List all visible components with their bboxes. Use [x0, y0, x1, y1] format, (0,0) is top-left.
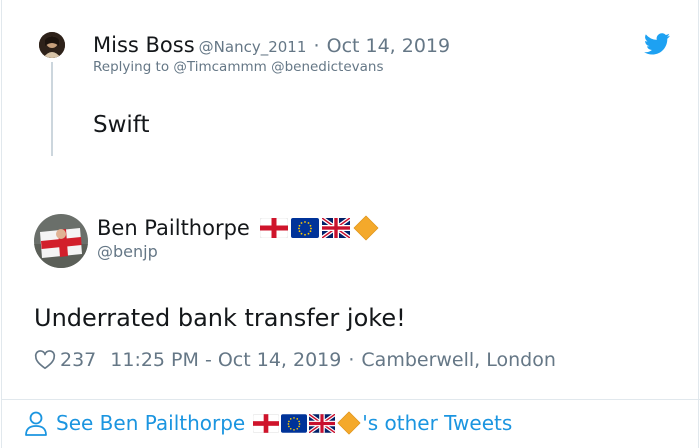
person-icon: [25, 411, 47, 436]
orange-diamond-icon: [353, 215, 379, 241]
thread-connector-line: [51, 62, 53, 156]
header-separator: ·: [313, 35, 320, 57]
embedded-tweet-card: Miss Boss @Nancy_2011 · Oct 14, 2019 Repl…: [1, 0, 700, 448]
uk-flag-icon: [321, 218, 350, 238]
see-other-tweets-link[interactable]: See Ben Pailthorpe 's other Tweets: [24, 408, 512, 438]
main-author-name-row: Ben Pailthorpe: [97, 212, 379, 244]
replied-tweet-text: Swift: [93, 112, 150, 138]
replying-to-line[interactable]: Replying to @Timcammm @benedictevans: [93, 59, 384, 75]
main-author-handle[interactable]: @benjp: [97, 242, 158, 261]
meta-separator: ·: [348, 349, 355, 371]
like-count[interactable]: 237: [60, 349, 96, 371]
main-author-name[interactable]: Ben Pailthorpe: [97, 216, 250, 240]
eu-flag-icon: [281, 413, 308, 433]
uk-flag-icon: [309, 413, 336, 433]
tweet-meta-row: 237 11:25 PM - Oct 14, 2019 · Camberwell…: [34, 346, 556, 374]
footer-divider: [2, 399, 700, 400]
england-flag-icon: [259, 218, 288, 238]
heart-icon[interactable]: [34, 349, 56, 371]
tweet-timestamp[interactable]: 11:25 PM - Oct 14, 2019: [110, 349, 341, 371]
replied-author-name[interactable]: Miss Boss: [93, 33, 195, 57]
replied-tweet-date[interactable]: Oct 14, 2019: [327, 35, 451, 57]
eu-flag-icon: [290, 218, 319, 238]
twitter-bird-icon[interactable]: [644, 33, 670, 55]
miss-boss-avatar[interactable]: [39, 32, 65, 58]
main-tweet-text: Underrated bank transfer joke!: [34, 304, 406, 332]
footer-link-prefix[interactable]: See Ben Pailthorpe: [56, 411, 245, 435]
replied-author-handle[interactable]: @Nancy_2011: [199, 38, 307, 56]
england-flag-icon: [253, 413, 280, 433]
replied-tweet-header: Miss Boss @Nancy_2011 · Oct 14, 2019: [93, 30, 450, 62]
ben-pailthorpe-avatar[interactable]: [34, 214, 88, 268]
orange-diamond-icon: [337, 411, 361, 435]
footer-link-suffix[interactable]: 's other Tweets: [362, 411, 512, 435]
tweet-location[interactable]: Camberwell, London: [361, 349, 556, 371]
